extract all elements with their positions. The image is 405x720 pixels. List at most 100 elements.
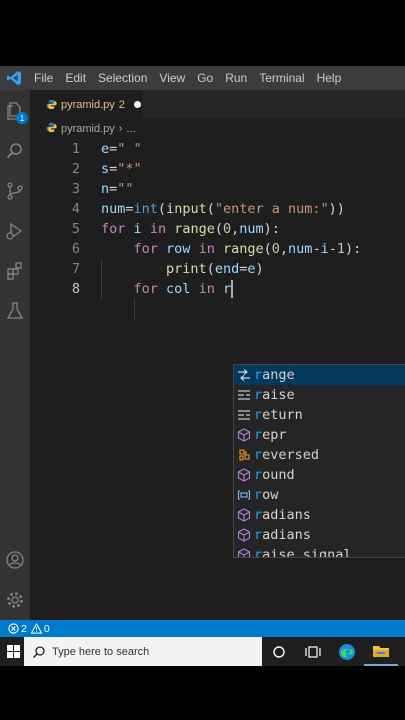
token: i (320, 241, 329, 257)
token: range (222, 241, 264, 257)
token: e (247, 261, 256, 277)
explorer-icon[interactable]: 1 (3, 99, 28, 124)
function-cube-icon (236, 467, 252, 483)
problems-indicator[interactable]: 2 0 (8, 623, 54, 635)
error-icon (8, 623, 19, 634)
token: num (239, 221, 264, 237)
token: in (198, 281, 215, 297)
line-number: 3 (71, 181, 80, 197)
token: s (101, 161, 110, 177)
menu-help[interactable]: Help (311, 66, 348, 90)
vscode-window: File Edit Selection View Go Run Terminal… (0, 66, 405, 666)
suggestion-item[interactable]: return (234, 405, 405, 425)
chevron-right-icon: › (118, 123, 123, 135)
editor-tab-bar: pyramid.py 2 (30, 90, 405, 119)
code-line-active: for col in r (101, 279, 232, 299)
snippet-icon (236, 367, 252, 383)
menu-go[interactable]: Go (191, 66, 219, 90)
suggestion-label: radians (254, 507, 311, 523)
token: for (101, 221, 126, 237)
suggestion-label: range (254, 367, 295, 383)
suggestion-item[interactable]: raise_signal (234, 545, 405, 558)
token: in (149, 221, 167, 237)
token: input (166, 201, 207, 217)
warning-icon (30, 623, 42, 634)
run-debug-icon[interactable] (3, 219, 27, 243)
line-number: 7 (71, 261, 80, 277)
breadcrumb-more[interactable]: ... (126, 123, 135, 135)
suggestion-item[interactable]: radians (234, 505, 405, 525)
suggestion-item[interactable]: raise (234, 385, 405, 405)
extensions-icon[interactable] (3, 259, 27, 283)
menu-file[interactable]: File (28, 66, 59, 90)
menu-bar: File Edit Selection View Go Run Terminal… (0, 66, 405, 90)
keyword-icon (236, 407, 252, 423)
vscode-logo-icon (0, 66, 28, 90)
menu-selection[interactable]: Selection (92, 66, 153, 90)
activity-bar: 1 (0, 90, 30, 620)
suggestion-item[interactable]: repr (234, 425, 405, 445)
token: for (133, 241, 158, 257)
file-explorer-icon[interactable] (364, 637, 398, 666)
indent-guide (134, 299, 135, 319)
menu-run[interactable]: Run (219, 66, 253, 90)
testing-icon[interactable] (3, 299, 27, 323)
menu-view[interactable]: View (153, 66, 191, 90)
code-line: for i in range(0,num): (101, 221, 280, 237)
suggestion-item[interactable]: range (234, 365, 405, 385)
token: r (222, 281, 232, 297)
suggestion-label: return (254, 407, 303, 423)
suggestion-label: radians (254, 527, 311, 543)
token: i (133, 221, 142, 237)
line-number: 6 (71, 241, 80, 257)
taskbar-search-box[interactable]: Type here to search (24, 637, 262, 666)
function-cube-icon (236, 547, 252, 557)
source-control-icon[interactable] (3, 179, 27, 203)
token: "*" (117, 161, 142, 177)
unsaved-dot-icon[interactable] (133, 101, 141, 108)
token: " " (117, 141, 142, 157)
token: "" (117, 181, 134, 197)
tab-filename: pyramid.py (61, 98, 115, 111)
edge-browser-icon[interactable] (330, 637, 364, 666)
search-placeholder: Type here to search (52, 645, 150, 658)
line-number-active: 8 (71, 281, 80, 297)
breadcrumb-file[interactable]: pyramid.py (61, 123, 115, 135)
class-icon (236, 447, 252, 463)
token: 0 (271, 241, 280, 257)
account-icon[interactable] (3, 548, 27, 572)
autocomplete-suggest-widget[interactable]: range raise return repr reversed round r… (233, 364, 405, 558)
windows-taskbar: Type here to search (0, 637, 405, 666)
cortana-circle-icon[interactable] (262, 637, 296, 666)
line-number: 4 (71, 201, 80, 217)
suggestion-label: reversed (254, 447, 320, 463)
suggestion-item[interactable]: radians (234, 525, 405, 545)
token: end (214, 261, 240, 277)
warning-count: 0 (43, 622, 50, 635)
function-cube-icon (236, 507, 252, 523)
status-bar: 2 0 (0, 620, 405, 637)
token: 0 (223, 221, 232, 237)
suggestion-item[interactable]: round (234, 465, 405, 485)
line-number: 2 (71, 161, 80, 177)
token: num (101, 201, 126, 217)
tab-pyramid-py[interactable]: pyramid.py 2 (30, 90, 142, 119)
search-icon[interactable] (3, 139, 27, 163)
task-view-icon[interactable] (296, 637, 330, 666)
breadcrumb: pyramid.py › ... (30, 119, 405, 139)
code-line: n="" (101, 181, 134, 197)
token: "enter a num:" (214, 201, 329, 217)
code-line: num=int(input("enter a num:")) (101, 201, 345, 217)
tab-problem-count: 2 (118, 98, 125, 111)
windows-start-icon[interactable] (2, 637, 24, 666)
menu-edit[interactable]: Edit (59, 66, 92, 90)
token: int (133, 201, 158, 217)
suggestion-item[interactable]: row (234, 485, 405, 505)
settings-gear-icon[interactable] (3, 588, 27, 612)
menu-terminal[interactable]: Terminal (253, 66, 310, 90)
suggestion-label: round (254, 467, 295, 483)
search-icon (32, 645, 45, 658)
suggestion-item[interactable]: reversed (234, 445, 405, 465)
suggestion-label: raise_signal (254, 547, 352, 558)
code-line: for row in range(0,num-i-1): (133, 241, 362, 257)
